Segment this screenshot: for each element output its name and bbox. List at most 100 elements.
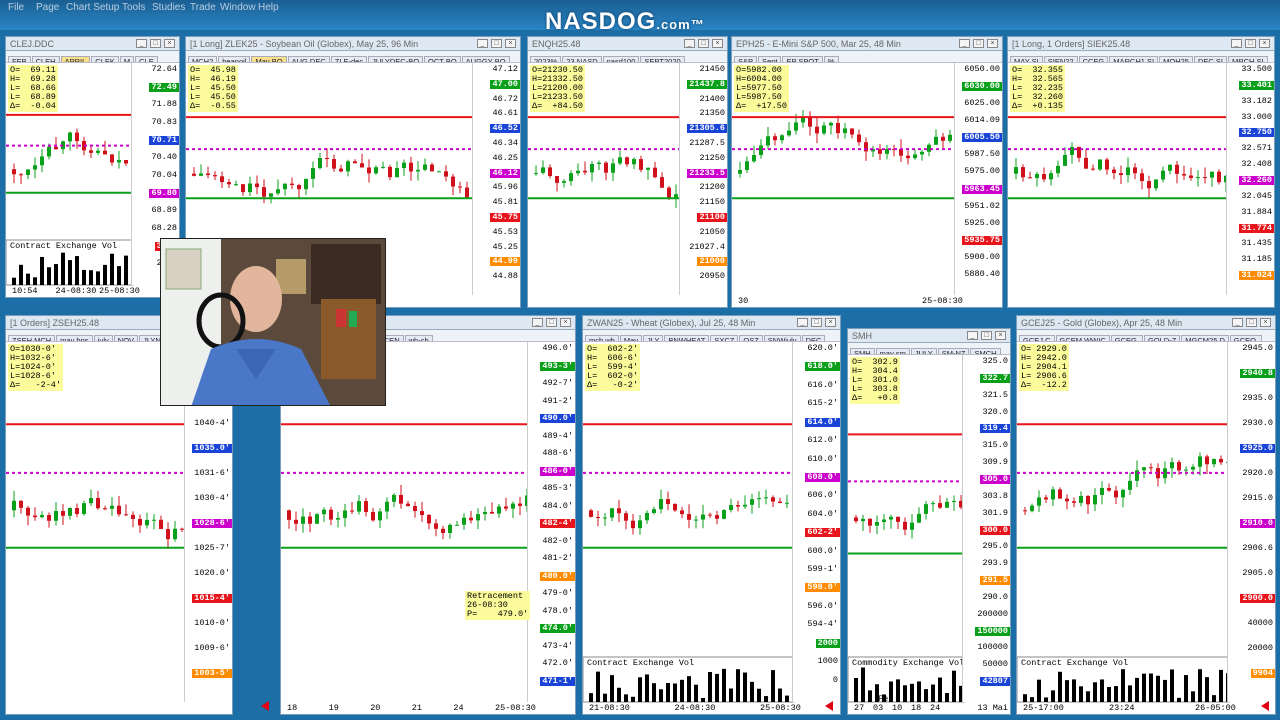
minimize-icon[interactable]: _ [1232,318,1243,327]
red-arrow-icon[interactable] [825,701,833,711]
menu-help[interactable]: Help [258,2,279,13]
menu-trade[interactable]: Trade [190,2,216,13]
symbol-tab[interactable]: CCEG [1078,56,1109,62]
symbol-tab[interactable]: SIEN22 [1043,56,1078,62]
symbol-tab[interactable]: CLEH [31,56,60,62]
chart-window-w10[interactable]: GCEJ25 - Gold (Globex), Apr 25, 48 Min _ □… [1016,315,1276,715]
symbol-tab[interactable]: OSZ [739,335,763,341]
symbol-tab[interactable]: S&P [734,56,758,62]
maximize-icon[interactable]: □ [1245,39,1256,48]
close-icon[interactable]: × [712,39,723,48]
window-title-bar[interactable]: EPH25 - E-Mini S&P 500, Mar 25, 48 Min _ □… [732,37,1002,51]
symbol-tab[interactable]: MCH2 [188,56,218,62]
symbol-tab[interactable]: May BO [251,56,287,62]
window-title-bar[interactable]: ENQH25.48 _ □ × [528,37,727,51]
menu-tools[interactable]: Tools [122,2,145,13]
symbol-tab[interactable]: APRIL [60,56,91,62]
symbol-tab[interactable]: BNWHEAT [664,335,710,341]
minimize-icon[interactable]: _ [477,39,488,48]
window-title-bar[interactable]: GCEJ25 - Gold (Globex), Apr 25, 48 Min _ □… [1017,316,1275,330]
symbol-tab[interactable]: GCEM,WWIC [1055,335,1110,341]
window-title-bar[interactable]: CLEJ.DDC _ □ × [6,37,179,51]
menu-file[interactable]: File [8,2,24,13]
maximize-icon[interactable]: □ [150,39,161,48]
close-icon[interactable]: × [987,39,998,48]
minimize-icon[interactable]: _ [967,331,978,340]
close-icon[interactable]: × [164,39,175,48]
symbol-tab[interactable]: MGCM25,D [1181,335,1229,341]
chart-window-w4[interactable]: EPH25 - E-Mini S&P 500, Mar 25, 48 Min _ □… [731,36,1003,308]
close-icon[interactable]: × [1259,39,1270,48]
symbol-tab[interactable]: MARCH1 SI [1109,56,1159,62]
symbol-tab[interactable]: DEC [801,335,826,341]
menu-window[interactable]: Window [220,2,256,13]
minimize-icon[interactable]: _ [532,318,543,327]
symbol-tab[interactable]: GCEQ, [1229,335,1263,341]
symbol-tab[interactable]: GOLD-Z [1143,335,1181,341]
symbol-tab[interactable]: M [119,56,135,62]
minimize-icon[interactable]: _ [684,39,695,48]
close-icon[interactable]: × [560,318,571,327]
symbol-tab[interactable]: MQH25 [1159,56,1193,62]
symbol-tab[interactable]: AUG DEC [287,56,330,62]
window-title-bar[interactable]: SMH _ □ × [848,329,1010,343]
menu-page[interactable]: Page [36,2,59,13]
symbol-tab[interactable]: FEB [8,56,31,62]
window-title-bar[interactable]: [1 Long, 1 Orders] SIEK25.48 _ □ × [1008,37,1274,51]
symbol-tab[interactable]: SMCH [970,348,1001,354]
close-icon[interactable]: × [825,318,836,327]
red-arrow-icon[interactable] [261,701,269,711]
maximize-icon[interactable]: □ [491,39,502,48]
symbol-tab[interactable]: may sm [875,348,910,354]
symbol-tab[interactable]: OCT BO [424,56,461,62]
menu-chart-setup[interactable]: Chart Setup [66,2,119,13]
chart-window-w5[interactable]: [1 Long, 1 Orders] SIEK25.48 _ □ × MAY SI SIE… [1007,36,1275,308]
symbol-tab[interactable]: GCEG, [1110,335,1143,341]
symbol-tab[interactable]: GCEJ,C [1019,335,1055,341]
minimize-icon[interactable]: _ [1231,39,1242,48]
chart-window-w1[interactable]: CLEJ.DDC _ □ × FEB CLEH APRIL CLEK M CLE Contract … [5,36,180,298]
symbol-tab[interactable]: CLE [135,56,158,62]
close-icon[interactable]: × [505,39,516,48]
symbol-tab[interactable]: SXCZ [710,335,739,341]
symbol-tab[interactable]: nasd100 [602,56,640,62]
symbol-tab[interactable]: may bns [56,335,93,341]
symbol-tab[interactable]: july [93,335,113,341]
symbol-tab[interactable]: CLEK [91,56,119,62]
maximize-icon[interactable]: □ [546,318,557,327]
symbol-tab[interactable]: wh-ch [404,335,433,341]
symbol-tab[interactable]: SNWjuly [763,335,801,341]
symbol-tab[interactable]: NOV [113,335,139,341]
window-title-bar[interactable]: ZWAN25 - Wheat (Globex), Jul 25, 48 Min _… [583,316,840,330]
symbol-tab[interactable]: ZSEH,MCH [8,335,56,341]
maximize-icon[interactable]: □ [981,331,992,340]
chart-window-w3[interactable]: ENQH25.48 _ □ × 2023% 23 NASD nasd100 SEPT2020 2… [527,36,728,308]
close-icon[interactable]: × [995,331,1006,340]
symbol-tab[interactable]: JLY [643,335,664,341]
chart-window-w8[interactable]: ZWAN25 - Wheat (Globex), Jul 25, 48 Min _… [582,315,841,715]
maximize-icon[interactable]: □ [1246,318,1257,327]
symbol-tab[interactable]: 2023% [530,56,562,62]
window-title-bar[interactable]: [1 Long] ZLEK25 - Soybean Oil (Globex), … [186,37,520,51]
symbol-tab[interactable]: 23 NASD [562,56,602,62]
symbol-tab[interactable]: MAY SI [1010,56,1043,62]
symbol-tab[interactable]: JULY [910,348,937,354]
symbol-tab[interactable]: MRCH SI [1227,56,1268,62]
red-arrow-icon[interactable] [1261,701,1269,711]
maximize-icon[interactable]: □ [811,318,822,327]
symbol-tab[interactable]: beanoil [218,56,251,62]
symbol-tab[interactable]: JULYDEC-BO [368,56,424,62]
symbol-tab[interactable]: SMH [850,348,875,354]
minimize-icon[interactable]: _ [959,39,970,48]
symbol-tab[interactable]: Sept [758,56,782,62]
menu-studies[interactable]: Studies [152,2,185,13]
minimize-icon[interactable]: _ [136,39,147,48]
symbol-tab[interactable]: DEC SI [1193,56,1227,62]
symbol-tab[interactable]: SEPT2020 [640,56,685,62]
symbol-tab[interactable]: ZLE-dec [330,56,368,62]
close-icon[interactable]: × [1260,318,1271,327]
symbol-tab[interactable]: SM-NZ [937,348,970,354]
symbol-tab[interactable]: EP SPOT [782,56,823,62]
chart-window-w9[interactable]: SMH _ □ × SMH may sm JULY SM-NZ SMCH Commodity Ex… [847,328,1011,715]
maximize-icon[interactable]: □ [698,39,709,48]
